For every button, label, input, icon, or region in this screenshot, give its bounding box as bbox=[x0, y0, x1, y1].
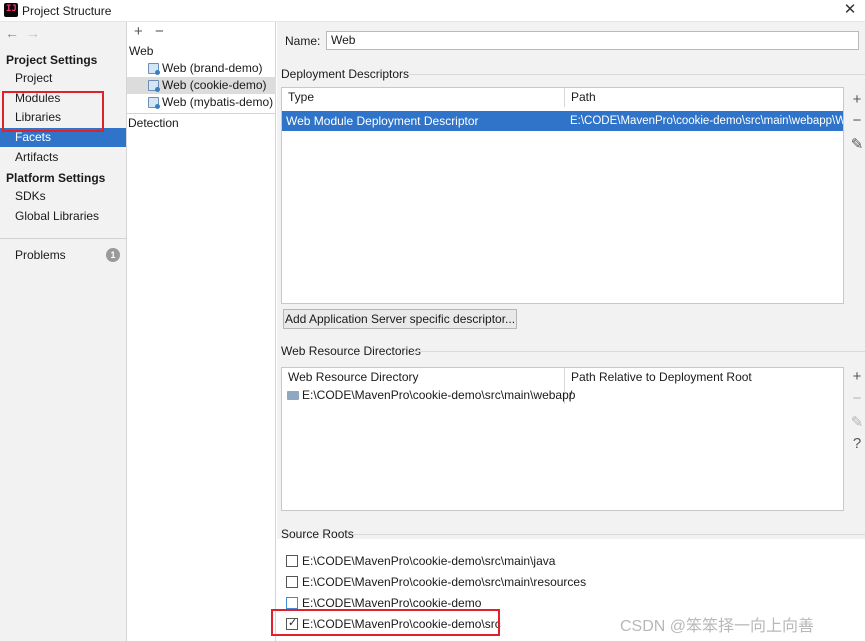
column-header-directory[interactable]: Web Resource Directory bbox=[282, 368, 564, 387]
descriptor-path-cell: E:\CODE\MavenPro\cookie-demo\src\main\we… bbox=[570, 115, 843, 127]
facets-highlight-box bbox=[2, 91, 104, 132]
column-header-type[interactable]: Type bbox=[282, 88, 564, 107]
edit-descriptor-icon[interactable]: ✎ bbox=[850, 135, 864, 153]
resource-directory-cell: E:\CODE\MavenPro\cookie-demo\src\main\we… bbox=[302, 388, 576, 402]
sidebar-divider bbox=[0, 238, 126, 239]
section-divider bbox=[409, 74, 865, 75]
web-resource-directories-table: Web Resource Directory Path Relative to … bbox=[281, 367, 844, 511]
descriptor-type-cell: Web Module Deployment Descriptor bbox=[286, 114, 479, 128]
add-server-descriptor-button[interactable]: Add Application Server specific descript… bbox=[283, 309, 517, 329]
add-descriptor-icon[interactable]: + bbox=[850, 91, 864, 108]
tree-item-label: Web (mybatis-demo) bbox=[162, 95, 274, 109]
web-resource-directories-title: Web Resource Directories bbox=[281, 344, 421, 358]
folder-icon bbox=[287, 391, 299, 400]
add-resource-directory-icon[interactable]: + bbox=[850, 368, 864, 385]
source-root-label: E:\CODE\MavenPro\cookie-demo bbox=[302, 596, 482, 610]
source-root-highlight-box bbox=[271, 609, 500, 636]
back-arrow-icon[interactable]: ← bbox=[5, 25, 19, 41]
remove-descriptor-icon[interactable]: − bbox=[850, 112, 864, 129]
relative-path-cell: / bbox=[569, 388, 573, 402]
table-row[interactable]: E:\CODE\MavenPro\cookie-demo\src\main\we… bbox=[282, 387, 843, 404]
help-icon[interactable]: ? bbox=[850, 435, 864, 452]
title-bar: IJ Project Structure ✕ bbox=[0, 0, 865, 22]
web-facet-icon bbox=[148, 63, 160, 75]
edit-resource-directory-icon[interactable]: ✎ bbox=[850, 413, 864, 431]
source-root-label: E:\CODE\MavenPro\cookie-demo\src\main\ja… bbox=[302, 554, 556, 568]
name-input[interactable]: Web bbox=[326, 31, 859, 50]
column-separator bbox=[564, 88, 565, 107]
close-icon[interactable]: ✕ bbox=[842, 1, 858, 19]
sidebar-item-global-libraries[interactable]: Global Libraries bbox=[0, 207, 126, 226]
source-root-checkbox[interactable] bbox=[286, 555, 298, 567]
tree-item-mybatis-demo[interactable]: Web (mybatis-demo) bbox=[127, 94, 276, 111]
facets-tree-panel: + − Web Web (brand-demo) Web (cookie-dem… bbox=[127, 22, 276, 641]
source-root-label: E:\CODE\MavenPro\cookie-demo\src\main\re… bbox=[302, 575, 587, 589]
detection-item[interactable]: Detection bbox=[128, 116, 179, 130]
remove-facet-button[interactable]: − bbox=[155, 23, 164, 40]
tree-item-cookie-demo[interactable]: Web (cookie-demo) bbox=[127, 77, 276, 94]
table-row[interactable]: Web Module Deployment Descriptor E:\CODE… bbox=[282, 111, 843, 131]
source-root-checkbox[interactable] bbox=[286, 576, 298, 588]
intellij-app-icon: IJ bbox=[4, 3, 18, 17]
window-title: Project Structure bbox=[22, 4, 112, 18]
sidebar-item-sdks[interactable]: SDKs bbox=[0, 187, 126, 206]
platform-settings-header: Platform Settings bbox=[6, 171, 106, 185]
section-divider bbox=[413, 351, 865, 352]
section-divider bbox=[353, 534, 865, 535]
web-facet-icon bbox=[148, 97, 160, 109]
facet-detail-panel: Name: Web Deployment Descriptors Type Pa… bbox=[277, 22, 865, 641]
deployment-descriptors-title: Deployment Descriptors bbox=[281, 67, 410, 81]
name-label: Name: bbox=[285, 34, 321, 48]
web-facet-icon bbox=[148, 80, 160, 92]
deployment-descriptors-table: Type Path Web Module Deployment Descript… bbox=[281, 87, 844, 304]
add-facet-button[interactable]: + bbox=[134, 23, 143, 40]
tree-root-web[interactable]: Web bbox=[129, 44, 153, 58]
watermark: CSDN @笨笨择一向上向善 bbox=[620, 618, 815, 635]
sidebar-item-project[interactable]: Project bbox=[0, 69, 126, 88]
tree-item-brand-demo[interactable]: Web (brand-demo) bbox=[127, 60, 276, 77]
remove-resource-directory-icon[interactable]: − bbox=[850, 390, 864, 407]
tree-divider bbox=[127, 113, 276, 114]
column-header-path[interactable]: Path bbox=[565, 88, 843, 107]
problems-count-badge: 1 bbox=[106, 248, 120, 262]
source-root-checkbox[interactable] bbox=[286, 597, 298, 609]
tree-item-label: Web (brand-demo) bbox=[162, 61, 263, 75]
column-header-relative-path[interactable]: Path Relative to Deployment Root bbox=[565, 368, 843, 387]
tree-item-label: Web (cookie-demo) bbox=[162, 78, 267, 92]
sidebar-item-artifacts[interactable]: Artifacts bbox=[0, 148, 126, 167]
project-settings-header: Project Settings bbox=[6, 53, 98, 67]
forward-arrow-icon[interactable]: → bbox=[26, 25, 40, 41]
